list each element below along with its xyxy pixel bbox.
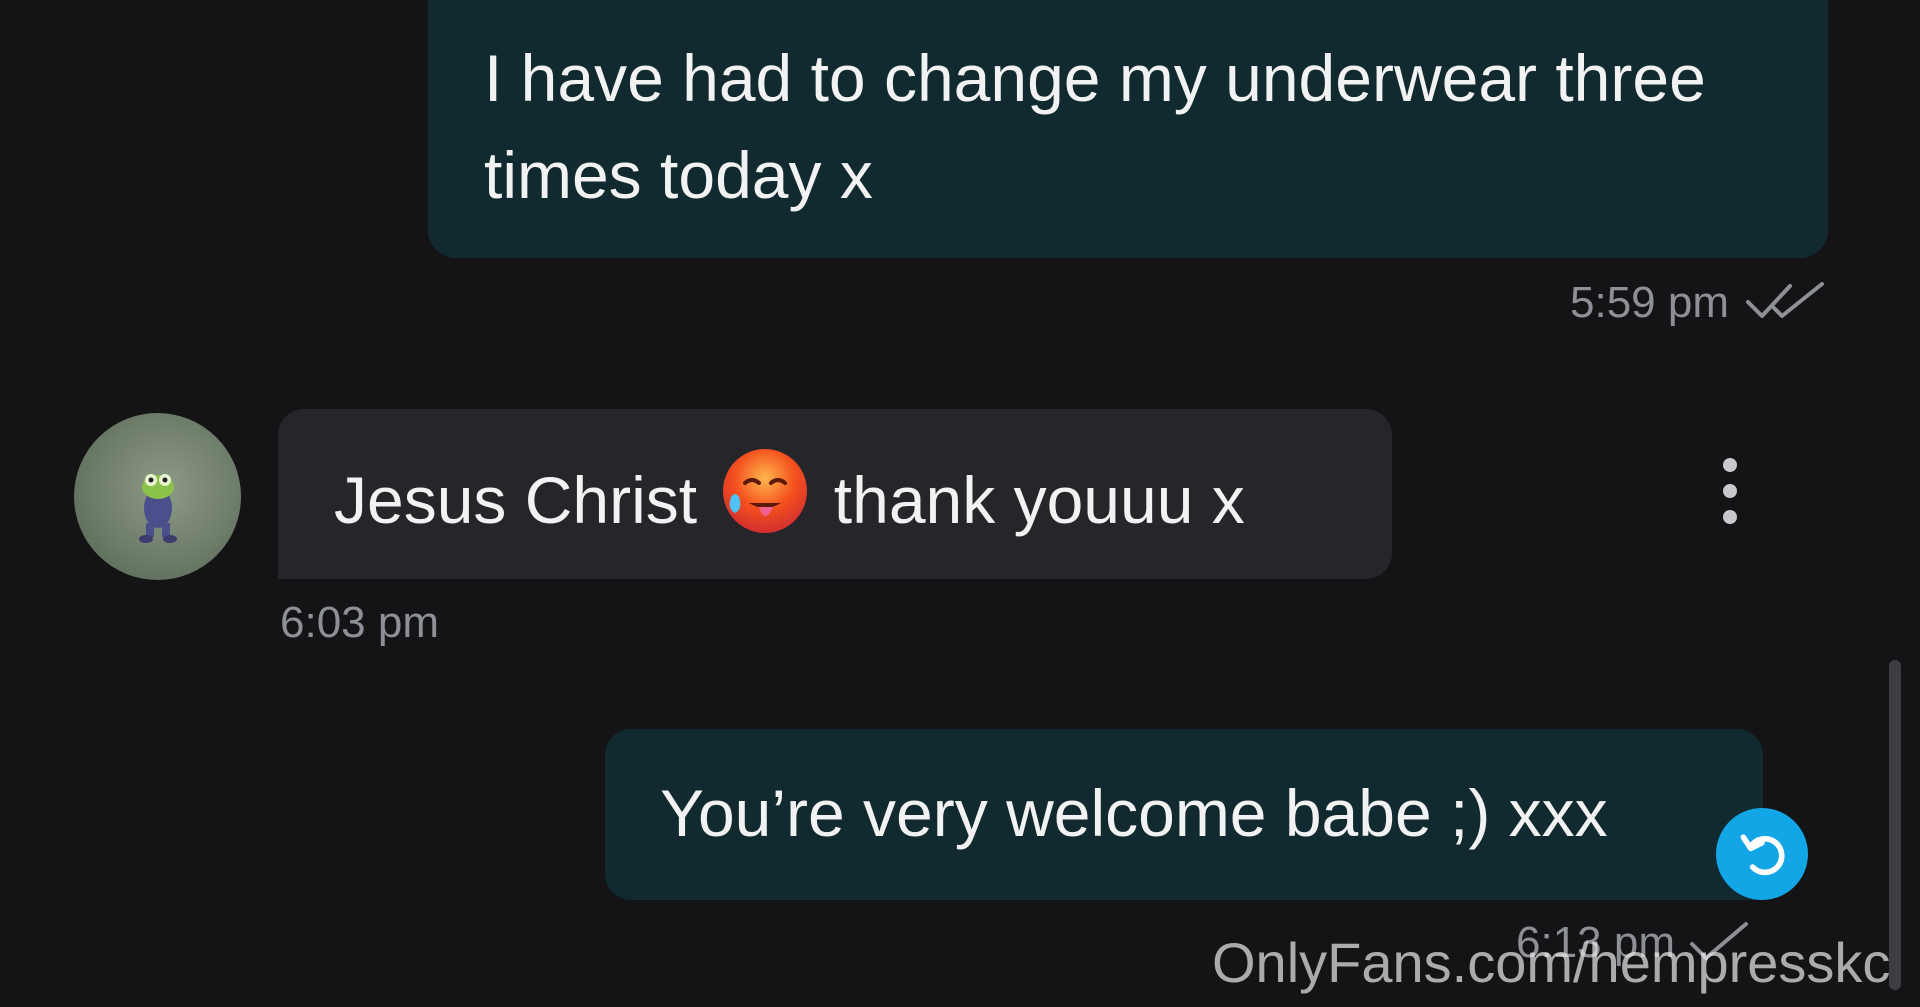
message-timestamp: 5:59 pm [1570,278,1729,327]
message-text: You’re very welcome babe ;) xxx [660,776,1608,850]
outgoing-message-bubble[interactable]: I have had to change my underwear three … [428,0,1828,258]
frog-avatar-icon [139,474,177,543]
more-vertical-icon-dot [1723,510,1737,524]
incoming-message-bubble[interactable]: Jesus Christ thank youuu x [278,409,1392,579]
watermark-text: OnlyFans.com/hempresskc [1212,931,1891,994]
message-text-start: Jesus Christ [334,463,698,537]
sender-avatar[interactable] [74,413,241,580]
more-options-button[interactable] [1710,458,1750,524]
message-timestamp: 6:03 pm [280,598,439,647]
more-vertical-icon-dot [1723,484,1737,498]
scrollbar[interactable] [1889,660,1901,990]
message-text-end: thank youuu x [833,463,1245,537]
outgoing-message-bubble[interactable]: You’re very welcome babe ;) xxx [605,729,1763,900]
hot-face-emoji-icon [723,449,808,533]
double-check-icon [1746,282,1824,318]
undo-reply-icon [1740,834,1785,876]
more-vertical-icon-dot [1723,458,1737,472]
reply-button[interactable] [1716,808,1808,900]
message-text: I have had to change my underwear three … [484,41,1706,212]
chat-screen: I have had to change my underwear three … [0,0,1920,1007]
